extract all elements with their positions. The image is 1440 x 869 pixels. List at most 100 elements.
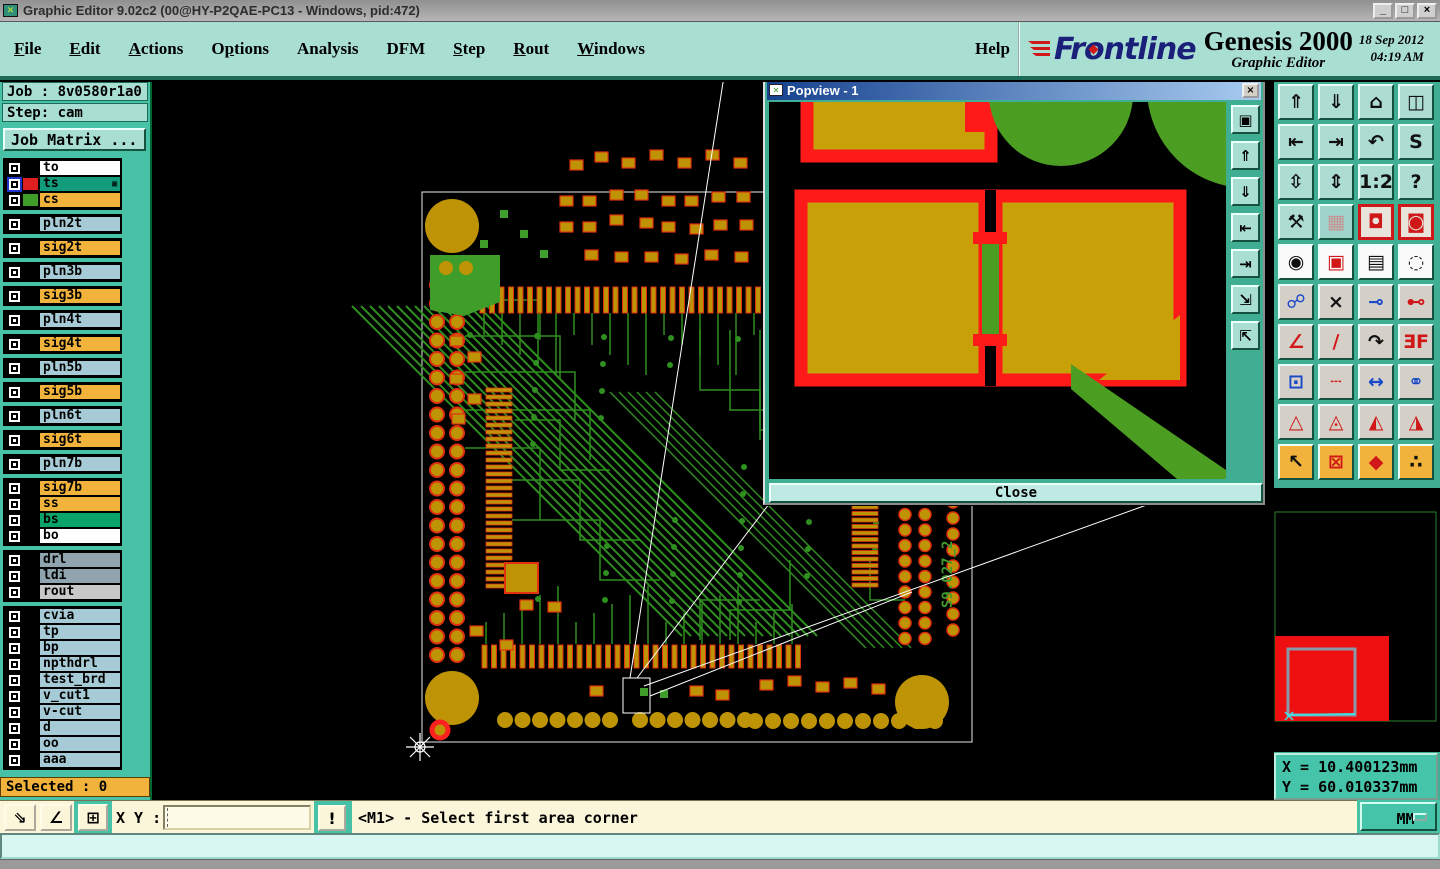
menu-item[interactable]: DFM: [386, 39, 425, 59]
layer-color-swatch[interactable]: [23, 386, 38, 398]
home-view-button[interactable]: ⌂: [1358, 84, 1394, 120]
layer-checkbox[interactable]: [7, 568, 22, 584]
layer-checkbox[interactable]: [7, 192, 22, 208]
layer-color-swatch[interactable]: [23, 458, 38, 470]
surface-merge-button[interactable]: ⚭: [1398, 364, 1434, 400]
layer-color-swatch[interactable]: [23, 362, 38, 374]
popview-zoom-out-button[interactable]: ⇓: [1231, 177, 1260, 206]
layer-name[interactable]: pln5b: [40, 361, 120, 375]
popview-window[interactable]: ✕ Popview - 1 × ▣ ⇑ ⇓ ⇤ ⇥ ⇲ ⇱ Close: [763, 0, 1347, 505]
layer-name[interactable]: sig3b: [40, 289, 120, 303]
layer-color-swatch[interactable]: [23, 554, 38, 566]
layer-checkbox[interactable]: [7, 216, 22, 232]
layer-name[interactable]: sig7b: [40, 481, 120, 495]
layer-color-swatch[interactable]: [23, 410, 38, 422]
connect-net-button[interactable]: ☍: [1278, 284, 1314, 320]
popview-pan-out-button[interactable]: ⇥: [1231, 249, 1260, 278]
layer-name[interactable]: sig2t: [40, 241, 120, 255]
layer-checkbox[interactable]: [7, 528, 22, 544]
popview-shrink-button[interactable]: ⇲: [1231, 285, 1260, 314]
layer-color-swatch[interactable]: [23, 674, 38, 686]
select-polygon-button[interactable]: ◆: [1358, 444, 1394, 480]
layer-color-swatch[interactable]: [23, 498, 38, 510]
pad-swap-button[interactable]: ⊡: [1278, 364, 1314, 400]
layer-checkbox[interactable]: [7, 496, 22, 512]
layer-name[interactable]: pln2t: [40, 217, 120, 231]
layer-name[interactable]: cs: [40, 193, 120, 207]
layer-checkbox[interactable]: [7, 720, 22, 736]
menu-item-help[interactable]: Help: [975, 22, 1010, 76]
layer-color-swatch[interactable]: [23, 754, 38, 766]
layer-checkbox[interactable]: [7, 752, 22, 768]
layer-checkbox[interactable]: [7, 608, 22, 624]
layer-checkbox[interactable]: [7, 240, 22, 256]
job-matrix-button[interactable]: Job Matrix ...: [3, 128, 146, 151]
slant-line-button[interactable]: ∕: [1318, 324, 1354, 360]
layer-checkbox[interactable]: [7, 552, 22, 568]
alert-button[interactable]: !: [318, 805, 346, 831]
menu-item[interactable]: Rout: [513, 39, 549, 59]
zoom-1-2-button[interactable]: 1:2: [1358, 164, 1394, 200]
copy-object-button[interactable]: ▣: [1318, 244, 1354, 280]
layer-checkbox[interactable]: [7, 336, 22, 352]
layer-color-swatch[interactable]: [23, 586, 38, 598]
popview-title-bar[interactable]: ✕ Popview - 1 ×: [767, 80, 1261, 100]
units-dropdown[interactable]: MM: [1360, 802, 1437, 831]
layer-name[interactable]: test_brd: [40, 673, 120, 687]
stretch-net-button[interactable]: ⊷: [1398, 284, 1434, 320]
select-frame-button[interactable]: ⊠: [1318, 444, 1354, 480]
layer-name[interactable]: aaa: [40, 753, 120, 767]
layer-checkbox[interactable]: [7, 176, 22, 192]
window-panes-button[interactable]: ⊞: [78, 804, 108, 831]
overview-panel[interactable]: [1274, 488, 1440, 752]
context-help-button[interactable]: ?: [1398, 164, 1434, 200]
xy-window-button[interactable]: ◫: [1398, 84, 1434, 120]
layer-name[interactable]: sig5b: [40, 385, 120, 399]
layer-name[interactable]: v-cut: [40, 705, 120, 719]
previous-view-button[interactable]: ↶: [1358, 124, 1394, 160]
move-vertex-button[interactable]: ⊸: [1358, 284, 1394, 320]
layer-color-swatch[interactable]: [23, 290, 38, 302]
layer-checkbox[interactable]: [7, 656, 22, 672]
menu-item[interactable]: Options: [211, 39, 269, 59]
xy-input[interactable]: [163, 805, 311, 830]
popview-close-button[interactable]: Close: [769, 483, 1263, 503]
layer-checkbox[interactable]: [7, 480, 22, 496]
mirror-text-button[interactable]: ƎF: [1398, 324, 1434, 360]
tools-palette-button[interactable]: ⚒: [1278, 204, 1314, 240]
menu-item[interactable]: Edit: [69, 39, 100, 59]
layer-name[interactable]: bs: [40, 513, 120, 527]
popview-close-icon[interactable]: ×: [1242, 82, 1259, 98]
layer-name[interactable]: bo: [40, 529, 120, 543]
layer-name[interactable]: npthdrl: [40, 657, 120, 671]
triangle-fill-a-button[interactable]: △: [1278, 404, 1314, 440]
layer-name[interactable]: ts ▦: [40, 177, 120, 191]
layer-checkbox[interactable]: [7, 456, 22, 472]
layer-checkbox[interactable]: [7, 624, 22, 640]
layer-name[interactable]: pln3b: [40, 265, 120, 279]
popview-content[interactable]: [769, 0, 1347, 479]
zoom-out-view-button[interactable]: ⇓: [1318, 84, 1354, 120]
layer-name[interactable]: rout: [40, 585, 120, 599]
layer-name[interactable]: d: [40, 721, 120, 735]
layer-checkbox[interactable]: [7, 288, 22, 304]
layer-color-swatch[interactable]: [23, 570, 38, 582]
layer-color-swatch[interactable]: [23, 218, 38, 230]
layer-name[interactable]: to: [40, 161, 120, 175]
layer-checkbox[interactable]: [7, 160, 22, 176]
layer-color-swatch[interactable]: [23, 690, 38, 702]
layer-color-swatch[interactable]: [23, 242, 38, 254]
layer-checkbox[interactable]: [7, 736, 22, 752]
layer-color-swatch[interactable]: [23, 514, 38, 526]
layer-display-b-button[interactable]: ◙: [1398, 204, 1434, 240]
menu-item[interactable]: File: [14, 39, 41, 59]
layer-name[interactable]: sig4t: [40, 337, 120, 351]
popview-zoom-in-button[interactable]: ⇑: [1231, 141, 1260, 170]
layer-checkbox[interactable]: [7, 264, 22, 280]
layer-checkbox[interactable]: [7, 640, 22, 656]
layer-checkbox[interactable]: [7, 408, 22, 424]
layer-color-swatch[interactable]: [23, 642, 38, 654]
layer-color-swatch[interactable]: [23, 610, 38, 622]
triangle-fill-d-button[interactable]: ◮: [1398, 404, 1434, 440]
menu-item[interactable]: Step: [453, 39, 485, 59]
